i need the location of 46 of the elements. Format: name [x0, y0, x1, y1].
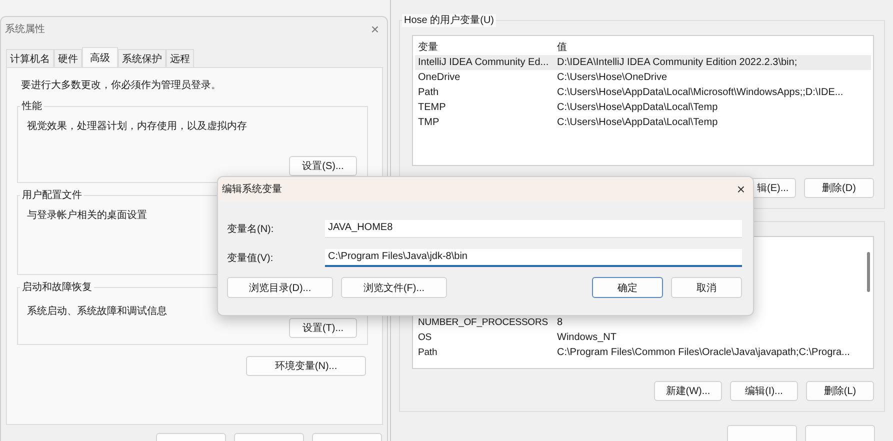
list-row[interactable]: OneDrive C:\Users\Hose\OneDrive	[415, 70, 871, 85]
browse-button[interactable]: 浏览目录(D)...	[227, 277, 333, 298]
group-title: 启动和故障恢复	[20, 281, 94, 294]
list-button[interactable]: 删除(D)	[804, 178, 874, 198]
settings-button[interactable]: 设置(T)...	[289, 318, 357, 338]
input-field[interactable]: C:\Program Files\Java\jdk-8\bin	[325, 249, 742, 267]
list-button[interactable]: 编辑(I)...	[730, 381, 798, 401]
tab[interactable]: 系统保护	[118, 49, 166, 67]
notice-text: 要进行大多数更改，你必须作为管理员登录。	[21, 78, 222, 93]
group-title: 用户配置文件	[20, 189, 84, 202]
settings-button[interactable]: 设置(S)...	[289, 156, 357, 176]
tab[interactable]: 高级	[82, 47, 118, 67]
group-title: Hose 的用户变量(U)	[402, 14, 496, 27]
list-row[interactable]: TEMP C:\Users\Hose\AppData\Local\Temp	[415, 100, 871, 115]
group-description: 与登录帐户相关的桌面设置	[27, 208, 148, 222]
list-row[interactable]: IntelliJ IDEA Community Ed... D:\IDEA\IntelliJ IDEA Community Edition 2022.2.3\bin;	[415, 55, 871, 70]
list-button[interactable]: 新建(W)...	[654, 381, 722, 401]
column-header[interactable]: 变量	[418, 40, 557, 54]
button[interactable]	[805, 425, 875, 441]
list-row[interactable]: TMP C:\Users\Hose\AppData\Local\Temp	[415, 115, 871, 130]
close-button[interactable]: ×	[736, 182, 745, 196]
column-header[interactable]: 值	[557, 40, 871, 54]
list-row[interactable]: Path C:\Users\Hose\AppData\Local\Microsoft\WindowsApps;;D:\IDE...	[415, 85, 871, 100]
dialog-title: 编辑系统变量	[222, 182, 282, 196]
list-row[interactable]: Path C:\Program Files\Common Files\Oracle\Java\javapath;C:\Progra...	[415, 345, 871, 360]
dialog-button[interactable]: 确定	[592, 277, 663, 298]
list-button[interactable]: 删除(L)	[806, 381, 874, 401]
group-description: 视觉效果，处理器计划，内存使用，以及虚拟内存	[27, 120, 248, 133]
input-field[interactable]: JAVA_HOME8	[325, 220, 742, 238]
field-label: 变量值(V):	[227, 252, 274, 265]
list-button[interactable]: 辑(E)...	[752, 178, 796, 198]
group-description: 系统启动、系统故障和调试信息	[27, 304, 168, 318]
tab[interactable]: 硬件	[54, 49, 82, 67]
field-label: 变量名(N):	[227, 222, 275, 236]
environment-variables-button[interactable]: 环境变量(N)...	[246, 356, 366, 376]
tab[interactable]: 远程	[166, 49, 194, 67]
close-button[interactable]: ×	[370, 22, 379, 36]
tab[interactable]: 计算机名	[6, 49, 54, 67]
group-title: 性能	[20, 100, 44, 113]
browse-button[interactable]: 浏览文件(F)...	[341, 277, 447, 298]
list-row[interactable]: NUMBER_OF_PROCESSORS 8	[415, 315, 871, 330]
button[interactable]	[727, 425, 797, 441]
window-title: 系统属性	[5, 22, 45, 36]
dialog-button[interactable]: 取消	[671, 277, 742, 298]
list-row[interactable]: OS Windows_NT	[415, 330, 871, 345]
scrollbar[interactable]	[867, 252, 870, 292]
